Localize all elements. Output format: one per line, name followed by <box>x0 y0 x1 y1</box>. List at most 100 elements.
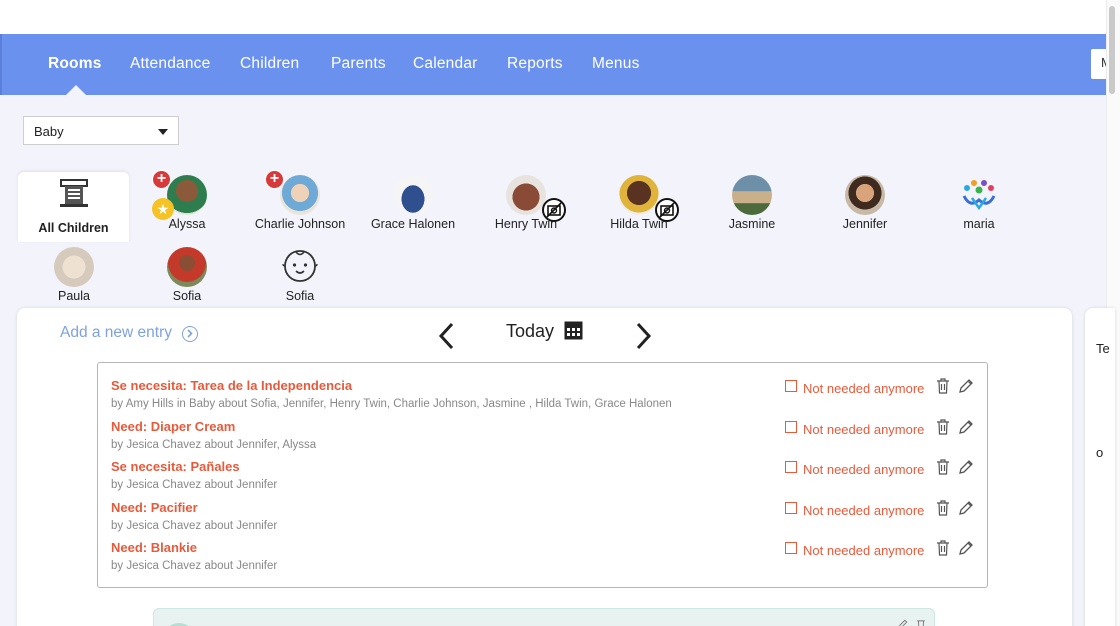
child-sofia-2[interactable]: Sofia <box>245 243 355 303</box>
medical-alert-icon: + <box>265 170 284 189</box>
need-item: Need: Pacifier by Jesica Chavez about Je… <box>111 500 974 538</box>
not-needed-label[interactable]: Not needed anymore <box>803 422 924 437</box>
next-day-chevron-icon[interactable] <box>631 320 655 352</box>
trash-icon[interactable] <box>936 500 950 516</box>
need-byline: by Jesica Chavez about Jennifer, Alyssa <box>111 439 317 451</box>
child-name: maria <box>963 217 995 231</box>
nav-parents[interactable]: Parents <box>331 55 386 73</box>
active-nav-indicator <box>66 85 86 95</box>
not-needed-label[interactable]: Not needed anymore <box>803 381 924 396</box>
avatar <box>619 175 659 215</box>
edit-pencil-icon[interactable] <box>958 459 974 475</box>
feed-panel: Add a new entry Today Se necesita: Tarea… <box>17 308 1072 626</box>
avatar <box>280 175 320 215</box>
avatar <box>506 175 546 215</box>
child-paula[interactable]: Paula <box>19 243 129 303</box>
main-nav: Rooms Attendance Children Parents Calend… <box>0 34 1115 95</box>
avatar <box>54 247 94 287</box>
not-needed-label[interactable]: Not needed anymore <box>803 462 924 477</box>
edit-pencil-icon[interactable] <box>958 378 974 394</box>
calendar-icon[interactable] <box>564 321 583 340</box>
child-jennifer[interactable]: Jennifer <box>810 170 920 235</box>
need-item: Se necesita: Pañales by Jesica Chavez ab… <box>111 459 974 497</box>
not-needed-checkbox[interactable] <box>785 542 797 554</box>
avatar <box>732 175 772 215</box>
side-panel-text: o <box>1096 445 1104 460</box>
need-title: Need: Blankie <box>111 540 197 555</box>
needs-list: Se necesita: Tarea de la Independencia b… <box>97 362 988 588</box>
trash-icon[interactable] <box>936 378 950 394</box>
need-item: Need: Blankie by Jesica Chavez about Jen… <box>111 540 974 578</box>
need-title: Need: Pacifier <box>111 500 198 515</box>
child-name: Sofia <box>172 289 202 303</box>
edit-pencil-icon[interactable] <box>898 619 908 626</box>
all-children-tab[interactable]: All Children <box>18 172 129 242</box>
room-select[interactable]: Baby <box>23 116 179 145</box>
not-needed-label[interactable]: Not needed anymore <box>803 503 924 518</box>
date-label: Today <box>506 321 555 341</box>
not-needed-checkbox[interactable] <box>785 502 797 514</box>
child-alyssa[interactable]: + ★ Alyssa <box>132 170 242 235</box>
class-group-icon <box>60 179 88 207</box>
nav-calendar[interactable]: Calendar <box>413 55 478 73</box>
edit-pencil-icon[interactable] <box>958 419 974 435</box>
need-title: Se necesita: Pañales <box>111 459 240 474</box>
child-henry-twin[interactable]: Henry Twin <box>471 170 581 235</box>
avatar <box>845 175 885 215</box>
trash-icon[interactable] <box>916 619 926 626</box>
add-entry-arrow-icon[interactable] <box>182 326 198 342</box>
nav-reports[interactable]: Reports <box>507 55 563 73</box>
child-charlie-johnson[interactable]: + Charlie Johnson <box>245 170 355 235</box>
people-logo-icon <box>962 180 996 211</box>
all-children-label: All Children <box>38 221 109 235</box>
need-item: Need: Diaper Cream by Jesica Chavez abou… <box>111 419 974 457</box>
not-needed-checkbox[interactable] <box>785 380 797 392</box>
child-name: Jasmine <box>728 217 776 231</box>
child-name: Henry Twin <box>494 217 558 231</box>
nav-children[interactable]: Children <box>240 55 299 73</box>
child-name: Paula <box>58 289 90 303</box>
child-name: Alyssa <box>168 217 206 231</box>
child-grace-halonen[interactable]: Grace Halonen <box>358 170 468 235</box>
prev-day-chevron-icon[interactable] <box>435 320 459 352</box>
activity-card <box>153 608 935 626</box>
dropdown-caret-icon <box>158 129 168 135</box>
trash-icon[interactable] <box>936 540 950 556</box>
child-name: Jennifer <box>842 217 888 231</box>
nav-rooms[interactable]: Rooms <box>48 55 102 73</box>
edit-pencil-icon[interactable] <box>958 500 974 516</box>
nav-attendance[interactable]: Attendance <box>130 55 210 73</box>
not-needed-checkbox[interactable] <box>785 421 797 433</box>
room-select-value: Baby <box>34 124 64 139</box>
need-byline: by Jesica Chavez about Jennifer <box>111 479 278 491</box>
side-panel-text: Te <box>1096 341 1110 356</box>
child-name: Sofia <box>285 289 315 303</box>
rooms-content: Baby All Children + ★ Alyssa + Charlie J… <box>0 95 1115 626</box>
child-maria[interactable]: maria <box>924 170 1034 235</box>
need-byline: by Jesica Chavez about Jennifer <box>111 560 278 572</box>
need-title: Need: Diaper Cream <box>111 419 236 434</box>
avatar <box>167 247 207 287</box>
not-needed-label[interactable]: Not needed anymore <box>803 543 924 558</box>
top-strip <box>0 0 1120 34</box>
side-panel: Te o <box>1085 308 1115 626</box>
need-item: Se necesita: Tarea de la Independencia b… <box>111 378 974 416</box>
child-name: Grace Halonen <box>370 217 456 231</box>
child-hilda-twin[interactable]: Hilda Twin <box>584 170 694 235</box>
child-jasmine[interactable]: Jasmine <box>697 170 807 235</box>
child-name: Charlie Johnson <box>254 217 346 231</box>
child-sofia[interactable]: Sofia <box>132 243 242 303</box>
child-name: Hilda Twin <box>610 217 668 231</box>
page-scrollbar-thumb[interactable] <box>1109 6 1115 94</box>
medical-alert-icon: + <box>152 170 171 189</box>
nav-menus[interactable]: Menus <box>592 55 640 73</box>
trash-icon[interactable] <box>936 419 950 435</box>
trash-icon[interactable] <box>936 459 950 475</box>
need-title: Se necesita: Tarea de la Independencia <box>111 378 353 393</box>
need-byline: by Jesica Chavez about Jennifer <box>111 520 278 532</box>
avatar <box>393 175 433 215</box>
edit-pencil-icon[interactable] <box>958 540 974 556</box>
not-needed-checkbox[interactable] <box>785 461 797 473</box>
add-entry-link[interactable]: Add a new entry <box>60 324 172 342</box>
need-byline: by Amy Hills in Baby about Sofia, Jennif… <box>111 398 672 410</box>
